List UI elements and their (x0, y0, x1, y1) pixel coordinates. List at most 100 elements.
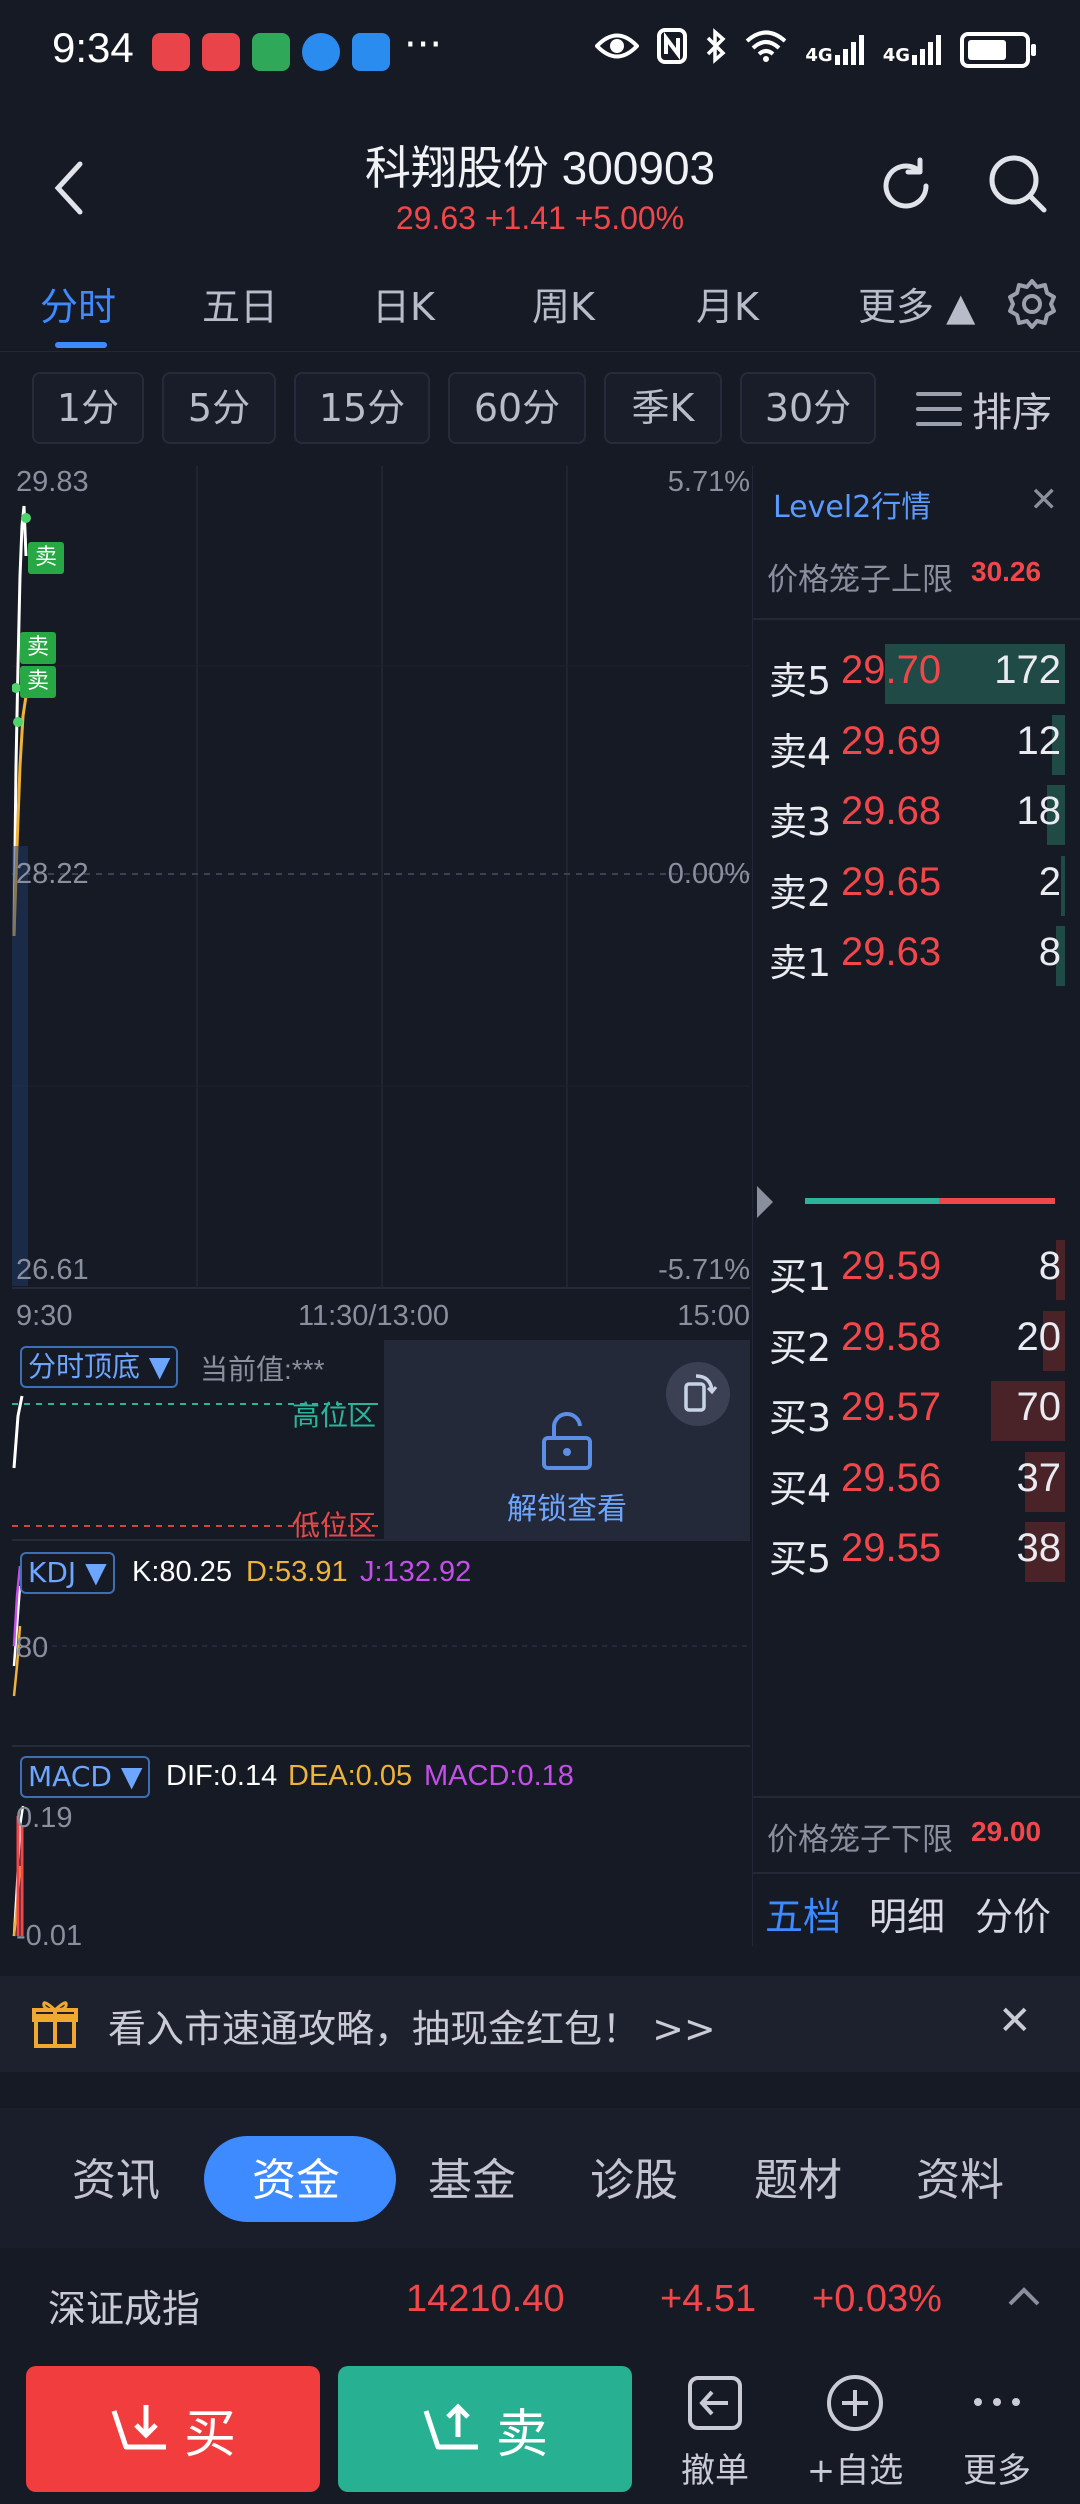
close-level2-button[interactable]: ✕ (1030, 480, 1059, 520)
sell-signal-tag[interactable]: 卖 (20, 666, 56, 698)
ask-volume: 8 (1038, 930, 1061, 974)
macd-select-button[interactable]: MACD ▼ (20, 1756, 151, 1798)
buy-arrow-icon (111, 2405, 166, 2450)
divider (753, 1872, 1080, 1874)
bid-price: 29.56 (841, 1455, 942, 1500)
indicator-select-button[interactable]: 分时顶底 ▼ (20, 1346, 179, 1388)
tab-price-distribution[interactable]: 分价 (975, 1886, 1051, 1941)
chart-settings-button[interactable] (1006, 278, 1058, 330)
more-actions-label: 更多 (963, 2451, 1031, 2491)
price-high-label: 29.83 (16, 466, 89, 498)
bid-level-label: 买2 (769, 1325, 832, 1370)
tab-daily-k[interactable]: 日K (372, 276, 435, 331)
add-watchlist-label: +自选 (806, 2451, 904, 2491)
interval-1min[interactable]: 1分 (32, 372, 144, 444)
level2-panel: Level2行情 ✕ 价格笼子上限 30.26 卖5 29.70 172 卖4 29.6… (752, 466, 1080, 1946)
bid-row[interactable]: 买5 29.55 38 (765, 1516, 1065, 1586)
upper-limit-value: 30.26 (971, 556, 1042, 587)
time-start-label: 9:30 (16, 1300, 73, 1332)
chat-app-icon (302, 33, 340, 71)
intraday-chart-area[interactable]: 29.83 28.22 26.61 5.71% 0.00% -5.71% 9:3… (12, 466, 750, 1952)
bid-level-label: 买5 (769, 1537, 832, 1581)
tab-five-levels[interactable]: 五档 (765, 1886, 841, 1941)
macd-dea-value: DEA:0.05 (288, 1760, 413, 1792)
tab-news[interactable]: 资讯 (72, 2144, 160, 2208)
rotate-screen-button[interactable] (666, 1362, 730, 1426)
bid-row[interactable]: 买4 29.56 37 (765, 1446, 1065, 1516)
tab-fund[interactable]: 基金 (428, 2144, 516, 2208)
promo-banner[interactable]: 看入市速通攻略，抽现金红包！ >> ✕ (0, 1976, 1080, 2072)
gear-icon (1008, 279, 1056, 329)
chat-app-icon (352, 33, 390, 71)
tab-monthly-k[interactable]: 月K (696, 276, 759, 331)
macd-top-label: 0.19 (16, 1802, 73, 1834)
tab-weekly-k[interactable]: 周K (532, 276, 595, 331)
add-watchlist-button[interactable]: +自选 (800, 2372, 910, 2492)
sell-button[interactable]: 卖 (338, 2366, 632, 2492)
ask-price: 29.69 (841, 718, 942, 763)
cancel-order-button[interactable]: 撤单 (660, 2372, 770, 2492)
kdj-select-button[interactable]: KDJ ▼ (20, 1552, 115, 1594)
sell-arrow-icon (423, 2403, 478, 2450)
notification-app-icon (202, 33, 240, 71)
unlock-overlay[interactable]: 解锁查看 (384, 1340, 750, 1540)
ask-price: 29.63 (841, 930, 942, 974)
more-dots-icon (974, 2398, 1020, 2406)
tab-capital[interactable]: 资金 (252, 2144, 340, 2208)
bid-row[interactable]: 买1 29.59 8 (765, 1234, 1065, 1304)
status-time: 9:34 (52, 24, 134, 71)
ask-row[interactable]: 卖2 29.65 2 (765, 850, 1065, 920)
interval-15min[interactable]: 15分 (294, 372, 430, 444)
interval-5min[interactable]: 5分 (162, 372, 276, 444)
ask-row[interactable]: 卖3 29.68 18 (765, 779, 1065, 849)
ask-volume: 18 (1016, 789, 1062, 833)
sell-signal-tag[interactable]: 卖 (20, 632, 56, 664)
chevron-up-icon[interactable] (1006, 2284, 1042, 2312)
ask-row[interactable]: 卖1 29.63 8 (765, 920, 1065, 990)
tab-theme[interactable]: 题材 (754, 2144, 842, 2208)
ask-volume: 2 (1038, 859, 1061, 904)
ask-level-label: 卖3 (769, 800, 832, 844)
buy-button[interactable]: 买 (26, 2366, 320, 2492)
more-actions-button[interactable]: 更多 (942, 2372, 1052, 2492)
interval-60min[interactable]: 60分 (448, 372, 586, 444)
search-button[interactable] (984, 150, 1050, 216)
kdj-k-value: K:80.25 (132, 1556, 232, 1588)
tab-more[interactable]: 更多 ▲ (858, 276, 975, 331)
content-tabs: 资讯 资金 基金 诊股 题材 资料 (0, 2108, 1080, 2248)
bid-row[interactable]: 买2 29.58 20 (765, 1305, 1065, 1375)
bid-volume: 8 (1038, 1244, 1061, 1288)
time-end-label: 15:00 (677, 1300, 750, 1332)
ask-depth-bar (1061, 855, 1065, 916)
signal-icon: 4G (883, 35, 942, 65)
ask-row[interactable]: 卖4 29.69 12 (765, 709, 1065, 779)
signal-icon: 4G (805, 35, 864, 65)
chart-grid (12, 466, 750, 1937)
tab-diagnosis[interactable]: 诊股 (590, 2144, 678, 2208)
macd-bottom-label: -0.01 (16, 1920, 83, 1952)
refresh-button[interactable] (876, 156, 936, 216)
menu-icon (916, 392, 962, 426)
bid-row[interactable]: 买3 29.57 70 (765, 1375, 1065, 1445)
tab-intraday[interactable]: 分时 (40, 276, 116, 331)
bid-price: 29.59 (841, 1244, 942, 1288)
interval-quarter-k[interactable]: 季K (604, 372, 722, 444)
ask-volume: 12 (1016, 718, 1062, 763)
index-ticker-bar[interactable]: 深证成指 14210.40 +4.51 +0.03% (0, 2252, 1080, 2352)
close-promo-button[interactable]: ✕ (998, 1998, 1032, 2044)
level2-title: Level2行情 (773, 490, 932, 525)
notification-app-icon (252, 33, 290, 71)
sort-button[interactable]: 排序 (916, 380, 1052, 438)
sell-label: 卖 (495, 2404, 548, 2465)
kdj-j-value: J:132.92 (360, 1556, 472, 1588)
bluetooth-icon (705, 28, 727, 72)
tab-five-day[interactable]: 五日 (202, 276, 278, 331)
expand-arrow-icon[interactable] (753, 1182, 777, 1226)
ask-row[interactable]: 卖5 29.70 172 (765, 638, 1065, 708)
sell-signal-tag[interactable]: 卖 (28, 542, 64, 574)
tab-profile[interactable]: 资料 (916, 2144, 1004, 2208)
tab-details[interactable]: 明细 (869, 1886, 945, 1941)
system-status-icons: 4G 4G (594, 28, 1036, 72)
pct-low-label: -5.71% (658, 1254, 750, 1286)
interval-30min[interactable]: 30分 (740, 372, 876, 444)
